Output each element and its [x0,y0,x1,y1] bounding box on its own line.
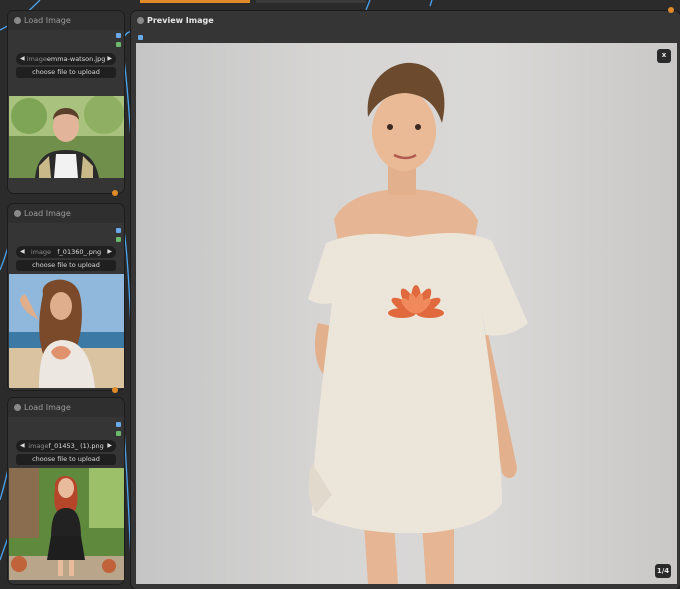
combo-key: image [30,248,52,256]
combo-key: image [26,55,47,63]
next-arrow-icon[interactable]: ▶ [107,53,112,65]
load-image-node-2[interactable]: Load Image ◀ image f_01360_.png ▶ choose… [8,204,124,393]
combo-value: f_01453_ (1).png [48,442,104,450]
image-thumbnail [9,96,124,178]
collapse-dot-icon[interactable] [14,210,21,217]
mask-output-slot[interactable] [116,42,121,47]
close-preview-button[interactable]: x [657,49,671,63]
prev-arrow-icon[interactable]: ◀ [20,53,25,65]
badge-icon [112,190,118,196]
preview-photo [308,62,528,584]
upload-button[interactable]: choose file to upload [16,260,116,271]
node-title[interactable]: Load Image [8,11,124,30]
image-output-slot[interactable] [116,228,121,233]
image-combo[interactable]: ◀ image f_01360_.png ▶ [16,246,116,258]
preview-title-text: Preview Image [147,16,214,25]
collapse-dot-icon[interactable] [14,404,21,411]
image-output-slot[interactable] [116,422,121,427]
image-counter[interactable]: 1/4 [655,564,671,578]
image-output-slot[interactable] [116,33,121,38]
collapse-dot-icon[interactable] [137,17,144,24]
node-title[interactable]: Load Image [8,398,124,417]
mask-output-slot[interactable] [116,237,121,242]
upload-button[interactable]: choose file to upload [16,67,116,78]
image-combo[interactable]: ◀ imageemma-watson.jpg ▶ [16,53,116,65]
node-title-text: Load Image [24,16,71,25]
node-title-text: Load Image [24,209,71,218]
badge-icon [668,7,674,13]
combo-key: image [28,442,49,450]
preview-image: x 1/4 [136,43,677,584]
image-thumbnail [9,274,124,388]
prev-arrow-icon[interactable]: ◀ [20,440,25,452]
badge-icon [112,387,118,393]
node-title[interactable]: Load Image [8,204,124,223]
input-slot[interactable] [138,35,143,40]
load-image-node-3[interactable]: Load Image ◀ imagef_01453_ (1).png ▶ cho… [8,398,124,584]
node-title-text: Load Image [24,403,71,412]
image-combo[interactable]: ◀ imagef_01453_ (1).png ▶ [16,440,116,452]
load-image-node-1[interactable]: Load Image ◀ imageemma-watson.jpg ▶ choo… [8,11,124,196]
collapse-dot-icon[interactable] [14,17,21,24]
combo-value: f_01360_.png [57,248,102,256]
mask-output-slot[interactable] [116,431,121,436]
next-arrow-icon[interactable]: ▶ [107,440,112,452]
preview-node-title[interactable]: Preview Image [131,11,680,30]
prev-arrow-icon[interactable]: ◀ [20,246,25,258]
preview-image-node[interactable]: Preview Image x 1/4 [131,7,680,589]
next-arrow-icon[interactable]: ▶ [107,246,112,258]
upload-button[interactable]: choose file to upload [16,454,116,465]
combo-value: emma-watson.jpg [46,55,106,63]
image-thumbnail [9,468,124,580]
